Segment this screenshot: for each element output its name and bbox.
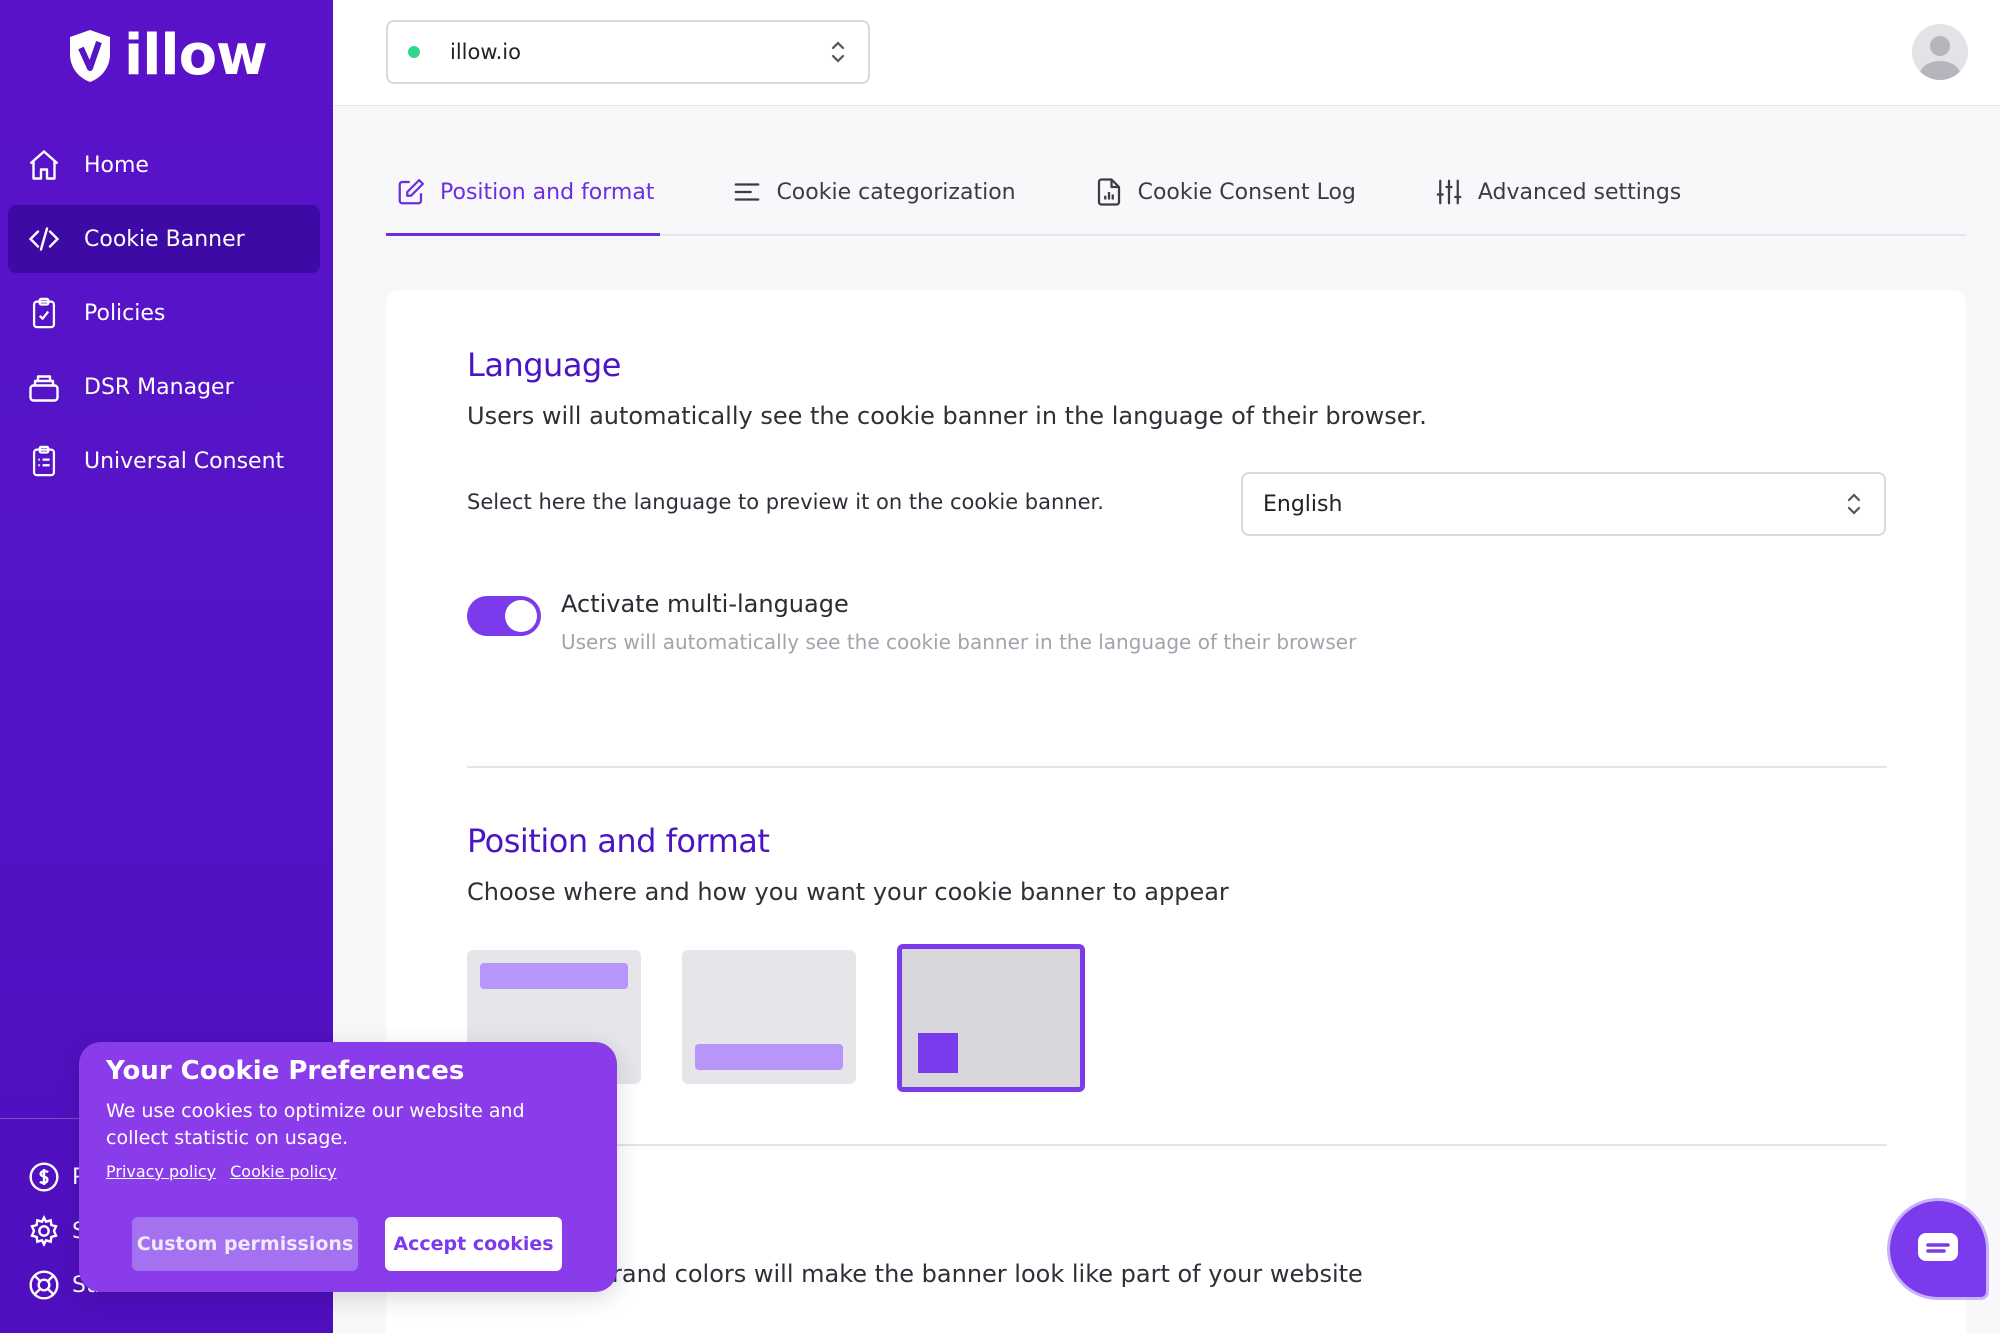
top-bar: illow.io — [333, 0, 2000, 106]
user-icon — [1920, 36, 1960, 80]
cookie-popup-text: We use cookies to optimize our website a… — [106, 1100, 525, 1149]
language-select-label: Select here the language to preview it o… — [467, 490, 1104, 514]
sidebar-item-universal-consent[interactable]: Universal Consent — [8, 427, 320, 495]
language-subtitle: Users will automatically see the cookie … — [467, 402, 1427, 430]
sidebar-item-label: Home — [84, 152, 149, 178]
language-selected: English — [1263, 491, 1343, 517]
position-option-bottom-left-box[interactable] — [897, 944, 1085, 1092]
site-status-dot — [408, 46, 420, 58]
sidebar-item-label: Policies — [84, 300, 166, 326]
language-select[interactable]: English — [1241, 472, 1886, 536]
tab-label: Cookie Consent Log — [1137, 179, 1356, 205]
tabs: Position and format Cookie categorizatio… — [386, 150, 1966, 236]
sidebar-item-dsr-manager[interactable]: DSR Manager — [8, 353, 320, 421]
tab-label: Position and format — [440, 179, 655, 205]
position-option-bottom-bar[interactable] — [682, 950, 856, 1084]
cookie-popup-links: Privacy policy Cookie policy — [106, 1162, 337, 1181]
tab-advanced-settings[interactable]: Advanced settings — [1424, 150, 1687, 234]
section-divider — [467, 1144, 1887, 1146]
sidebar-item-home[interactable]: Home — [8, 131, 320, 199]
tab-cookie-categorization[interactable]: Cookie categorization — [722, 150, 1021, 234]
cookie-popup-title: Your Cookie Preferences — [106, 1056, 465, 1086]
site-name: illow.io — [450, 40, 521, 64]
banner-preview-bar — [695, 1044, 843, 1070]
sidebar-item-cookie-banner[interactable]: Cookie Banner — [8, 205, 320, 273]
multi-language-toggle[interactable] — [467, 596, 541, 636]
accept-cookies-button[interactable]: Accept cookies — [385, 1217, 562, 1271]
inbox-icon — [24, 367, 64, 407]
tab-label: Advanced settings — [1477, 179, 1682, 205]
privacy-policy-link[interactable]: Privacy policy — [106, 1162, 216, 1181]
position-title: Position and format — [467, 822, 770, 860]
tab-position-and-format[interactable]: Position and format — [386, 150, 661, 236]
sidebar-item-label: Universal Consent — [84, 448, 285, 474]
dollar-icon — [29, 1162, 59, 1192]
position-subtitle: Choose where and how you want your cooki… — [467, 878, 1229, 906]
chevron-up-down-icon — [831, 41, 845, 63]
chat-widget-button[interactable] — [1887, 1198, 1989, 1300]
lifebuoy-icon — [29, 1270, 59, 1300]
shield-logo-icon — [70, 30, 110, 82]
gear-icon — [30, 1215, 58, 1247]
banner-preview-bar — [480, 963, 628, 989]
language-title: Language — [467, 346, 621, 384]
sliders-icon — [1436, 179, 1462, 205]
list-icon — [735, 183, 760, 201]
custom-permissions-button[interactable]: Custom permissions — [132, 1217, 358, 1271]
sidebar-item-label: Cookie Banner — [84, 226, 245, 252]
document-chart-icon — [1097, 178, 1120, 206]
code-icon — [24, 219, 64, 259]
illow-logo[interactable]: illow — [66, 23, 268, 88]
sidebar-item-policies[interactable]: Policies — [8, 279, 320, 347]
tab-label: Cookie categorization — [776, 179, 1016, 205]
multi-language-label: Activate multi-language — [561, 590, 849, 618]
colors-subtitle: rand colors will make the banner look li… — [612, 1260, 1363, 1288]
multi-language-help: Users will automatically see the cookie … — [561, 630, 1357, 654]
edit-icon — [398, 179, 424, 205]
sidebar-nav: Home Cookie Banner Policies DSR Manager … — [8, 131, 320, 501]
brand-name: illow — [124, 23, 268, 88]
clipboard-list-icon — [24, 441, 64, 481]
home-icon — [24, 145, 64, 185]
avatar[interactable] — [1912, 24, 1968, 80]
site-selector[interactable]: illow.io — [386, 20, 870, 84]
chevron-up-down-icon — [1847, 493, 1861, 515]
tab-cookie-consent-log[interactable]: Cookie Consent Log — [1084, 150, 1362, 234]
toggle-knob — [505, 600, 537, 632]
clipboard-check-icon — [24, 293, 64, 333]
chat-icon — [1918, 1233, 1958, 1261]
cookie-preferences-popup: Your Cookie Preferences We use cookies t… — [79, 1042, 617, 1292]
banner-preview-box — [918, 1033, 958, 1073]
sidebar-item-label: DSR Manager — [84, 374, 234, 400]
cookie-policy-link[interactable]: Cookie policy — [230, 1162, 337, 1181]
settings-card: Language Users will automatically see th… — [386, 290, 1966, 1333]
section-divider — [467, 766, 1887, 768]
